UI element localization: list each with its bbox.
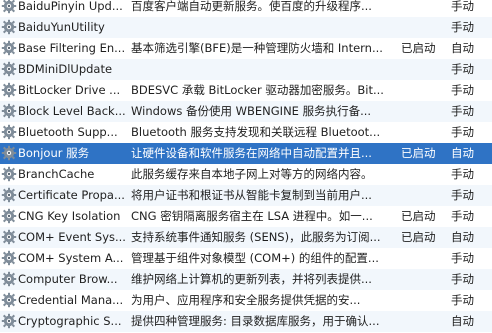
service-startup-type: 手动 bbox=[451, 20, 474, 34]
services-list: BaiduPinyin Upd... 百度客户端自动更新服务。使百度的升级程序..… bbox=[0, 0, 492, 333]
service-row[interactable]: BitLocker Drive ... BDESVC 承载 BitLocker 驱… bbox=[0, 80, 492, 101]
service-row[interactable]: Base Filtering En... 基本筛选引擎(BFE)是一种管理防火墙和… bbox=[0, 38, 492, 59]
service-name: Bluetooth Supp... bbox=[18, 125, 118, 139]
service-row[interactable]: Bonjour 服务 让硬件设备和软件服务在网络中自动配置并且... 已启动 自动 bbox=[0, 143, 492, 164]
service-description: 基本筛选引擎(BFE)是一种管理防火墙和 Intern... bbox=[131, 41, 383, 55]
service-row[interactable]: Computer Brow... 维护网络上计算机的更新列表，并将列表提供... 手… bbox=[0, 269, 492, 290]
service-status bbox=[401, 122, 445, 143]
service-startup-type: 自动 bbox=[451, 314, 474, 328]
service-startup-type: 自动 bbox=[451, 146, 474, 160]
service-status bbox=[401, 290, 445, 311]
service-status bbox=[401, 59, 445, 80]
service-name: BaiduPinyin Upd... bbox=[18, 0, 123, 13]
gear-service-icon bbox=[1, 187, 17, 203]
service-status bbox=[401, 0, 445, 17]
service-description bbox=[131, 17, 393, 38]
service-description: Bluetooth 服务支持发现和关联远程 Bluetoot... bbox=[131, 125, 381, 139]
service-status bbox=[401, 164, 445, 185]
service-row[interactable]: Credential Mana... 为用户、应用程序和安全服务提供凭据的安...… bbox=[0, 290, 492, 311]
service-status bbox=[401, 80, 445, 101]
service-description: Windows 备份使用 WBENGINE 服务执行备... bbox=[131, 104, 372, 118]
service-row[interactable]: CNG Key Isolation CNG 密钥隔离服务宿主在 LSA 进程中。如… bbox=[0, 206, 492, 227]
service-row[interactable]: Block Level Back... Windows 备份使用 WBENGINE… bbox=[0, 101, 492, 122]
service-name: Certificate Propa... bbox=[18, 188, 125, 202]
service-row[interactable]: BaiduPinyin Upd... 百度客户端自动更新服务。使百度的升级程序..… bbox=[0, 0, 492, 17]
gear-service-icon bbox=[1, 250, 17, 266]
service-status: 已启动 bbox=[401, 230, 436, 244]
service-name: BDMiniDlUpdate bbox=[18, 62, 113, 76]
service-row[interactable]: Bluetooth Supp... Bluetooth 服务支持发现和关联远程 B… bbox=[0, 122, 492, 143]
gear-service-icon bbox=[1, 292, 17, 308]
gear-service-icon bbox=[1, 124, 17, 140]
service-status bbox=[401, 311, 445, 332]
gear-service-icon bbox=[1, 166, 17, 182]
service-description: 管理基于组件对象模型 (COM+) 的组件的配置... bbox=[131, 251, 379, 265]
gear-service-icon bbox=[1, 313, 17, 329]
service-description: 让硬件设备和软件服务在网络中自动配置并且... bbox=[131, 146, 372, 160]
service-description: 将用户证书和根证书从智能卡复制到当前用户... bbox=[131, 188, 372, 202]
service-startup-type: 手动 bbox=[451, 83, 474, 97]
service-description bbox=[131, 59, 393, 80]
gear-service-icon bbox=[1, 0, 17, 14]
service-description: 提供四种管理服务: 目录数据库服务，用于确认... bbox=[131, 314, 380, 328]
gear-service-icon bbox=[1, 82, 17, 98]
service-startup-type: 手动 bbox=[451, 125, 474, 139]
service-startup-type: 手动 bbox=[451, 0, 474, 13]
gear-service-icon bbox=[1, 208, 17, 224]
gear-service-icon bbox=[1, 229, 17, 245]
service-description: CNG 密钥隔离服务宿主在 LSA 进程中。如一... bbox=[131, 209, 373, 223]
service-startup-type: 手动 bbox=[451, 251, 474, 265]
service-name: BaiduYunUtility bbox=[18, 20, 105, 34]
service-name: Bonjour 服务 bbox=[18, 146, 90, 160]
service-name: BranchCache bbox=[18, 167, 95, 181]
gear-service-icon bbox=[1, 19, 17, 35]
service-name: BitLocker Drive ... bbox=[18, 83, 121, 97]
service-startup-type: 手动 bbox=[451, 272, 474, 286]
service-status bbox=[401, 101, 445, 122]
service-description: 为用户、应用程序和安全服务提供凭据的安... bbox=[131, 293, 361, 307]
service-startup-type: 手动 bbox=[451, 293, 474, 307]
service-startup-type: 手动 bbox=[451, 188, 474, 202]
service-status: 已启动 bbox=[401, 146, 436, 160]
service-status bbox=[401, 185, 445, 206]
service-description: 百度客户端自动更新服务。使百度的升级程序... bbox=[131, 0, 372, 13]
service-name: Cryptographic S... bbox=[18, 314, 122, 328]
service-startup-type: 手动 bbox=[451, 209, 474, 223]
service-startup-type: 手动 bbox=[451, 167, 474, 181]
gear-service-icon bbox=[1, 103, 17, 119]
service-row[interactable]: COM+ Event Sys... 支持系统事件通知服务 (SENS)，此服务为订… bbox=[0, 227, 492, 248]
service-startup-type: 手动 bbox=[451, 104, 474, 118]
gear-service-icon bbox=[1, 40, 17, 56]
service-startup-type: 自动 bbox=[451, 41, 474, 55]
gear-service-icon bbox=[1, 61, 17, 77]
gear-service-icon bbox=[1, 145, 17, 161]
service-status bbox=[401, 269, 445, 290]
service-name: Base Filtering En... bbox=[18, 41, 126, 55]
service-description: 维护网络上计算机的更新列表，并将列表提供... bbox=[131, 272, 372, 286]
service-description: 支持系统事件通知服务 (SENS)，此服务为订阅... bbox=[131, 230, 381, 244]
service-row[interactable]: BDMiniDlUpdate 手动 bbox=[0, 59, 492, 80]
service-row[interactable]: BaiduYunUtility 手动 bbox=[0, 17, 492, 38]
service-status: 已启动 bbox=[401, 209, 436, 223]
gear-service-icon bbox=[1, 271, 17, 287]
service-name: Block Level Back... bbox=[18, 104, 126, 118]
service-name: COM+ System A... bbox=[18, 251, 124, 265]
service-startup-type: 自动 bbox=[451, 230, 474, 244]
service-name: CNG Key Isolation bbox=[18, 209, 121, 223]
service-status: 已启动 bbox=[401, 41, 436, 55]
service-status bbox=[401, 248, 445, 269]
service-row[interactable]: Cryptographic S... 提供四种管理服务: 目录数据库服务，用于确认… bbox=[0, 311, 492, 332]
service-row[interactable]: BranchCache 此服务缓存来自本地子网上对等方的网络内容。 手动 bbox=[0, 164, 492, 185]
service-name: Computer Brow... bbox=[18, 272, 118, 286]
service-row[interactable]: Certificate Propa... 将用户证书和根证书从智能卡复制到当前用户… bbox=[0, 185, 492, 206]
service-row[interactable]: COM+ System A... 管理基于组件对象模型 (COM+) 的组件的配置… bbox=[0, 248, 492, 269]
service-status bbox=[401, 17, 445, 38]
service-description: BDESVC 承载 BitLocker 驱动器加密服务。Bit... bbox=[131, 83, 384, 97]
service-name: COM+ Event Sys... bbox=[18, 230, 126, 244]
service-name: Credential Mana... bbox=[18, 293, 124, 307]
service-startup-type: 手动 bbox=[451, 62, 474, 76]
service-description: 此服务缓存来自本地子网上对等方的网络内容。 bbox=[131, 167, 373, 181]
